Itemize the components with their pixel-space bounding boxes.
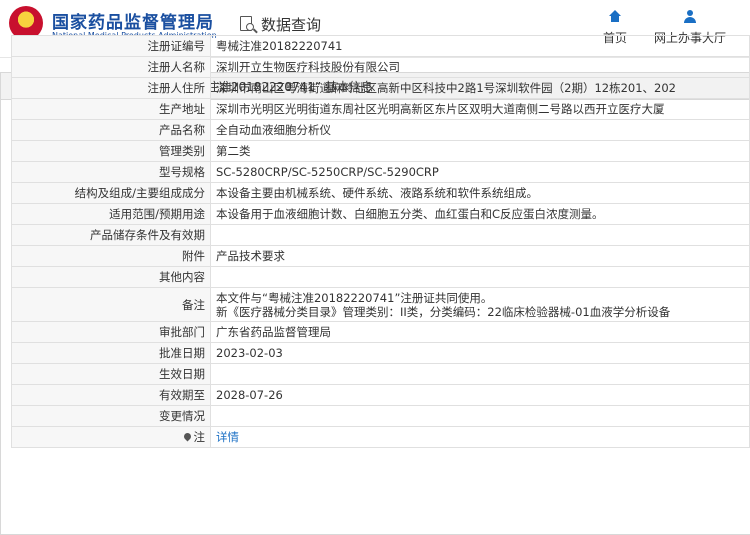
table-row: 注 详情 xyxy=(11,426,750,448)
row-value: 深圳市光明区光明街道东周社区光明高新区东片区双明大道南侧二号路以西开立医疗大厦 xyxy=(210,98,750,120)
row-value xyxy=(210,405,750,427)
table-row: 管理类别 第二类 xyxy=(11,140,750,162)
row-value: 全自动血液细胞分析仪 xyxy=(210,119,750,141)
table-row: 生效日期 xyxy=(11,363,750,385)
row-label: 型号规格 xyxy=(11,161,211,183)
row-value: 深圳市南山区粤海街道麻岭社区高新中区科技中2路1号深圳软件园（2期）12栋201… xyxy=(210,77,750,99)
table-row: 附件 产品技术要求 xyxy=(11,245,750,267)
row-value: 2028-07-26 xyxy=(210,384,750,406)
row-label: 结构及组成/主要组成成分 xyxy=(11,182,211,204)
row-label: 生效日期 xyxy=(11,363,211,385)
remark-line: 本文件与“粤械注准20182220741”注册证共同使用。 xyxy=(216,290,493,305)
row-label: 附件 xyxy=(11,245,211,267)
table-row: 备注 本文件与“粤械注准20182220741”注册证共同使用。 新《医疗器械分… xyxy=(11,287,750,322)
table-row: 批准日期 2023-02-03 xyxy=(11,342,750,364)
row-label: 适用范围/预期用途 xyxy=(11,203,211,225)
row-value xyxy=(210,266,750,288)
table-row: 结构及组成/主要组成成分 本设备主要由机械系统、硬件系统、液路系统和软件系统组成。 xyxy=(11,182,750,204)
row-label: 注册人住所 xyxy=(11,77,211,99)
row-label: 产品储存条件及有效期 xyxy=(11,224,211,246)
home-icon xyxy=(609,10,621,22)
table-row: 产品名称 全自动血液细胞分析仪 xyxy=(11,119,750,141)
row-label: 管理类别 xyxy=(11,140,211,162)
data-query-link[interactable]: 数据查询 xyxy=(239,14,321,35)
row-label: 注册证编号 xyxy=(11,35,211,57)
row-value: 第二类 xyxy=(210,140,750,162)
row-label-note: 注 xyxy=(11,426,211,448)
row-label: 产品名称 xyxy=(11,119,211,141)
row-label: 生产地址 xyxy=(11,98,211,120)
row-value: 产品技术要求 xyxy=(210,245,750,267)
table-row: 生产地址 深圳市光明区光明街道东周社区光明高新区东片区双明大道南侧二号路以西开立医… xyxy=(11,98,750,120)
row-label: 其他内容 xyxy=(11,266,211,288)
row-value: 粤械注准20182220741 xyxy=(210,35,750,57)
note-label: 注 xyxy=(193,430,206,444)
details-link[interactable]: 详情 xyxy=(216,430,239,444)
row-label: 有效期至 xyxy=(11,384,211,406)
remark-line: 新《医疗器械分类目录》管理类别：II类，分类编码：22临床检验器械-01血液学分… xyxy=(216,304,671,319)
row-value xyxy=(210,224,750,246)
row-value: 广东省药品监督管理局 xyxy=(210,321,750,343)
document-search-icon xyxy=(239,15,258,35)
data-query-label: 数据查询 xyxy=(261,16,322,34)
row-value xyxy=(210,363,750,385)
table-row: 注册人住所 深圳市南山区粤海街道麻岭社区高新中区科技中2路1号深圳软件园（2期）1… xyxy=(11,77,750,99)
user-icon xyxy=(684,10,696,23)
table-row: 注册人名称 深圳开立生物医疗科技股份有限公司 xyxy=(11,56,750,78)
table-row: 审批部门 广东省药品监督管理局 xyxy=(11,321,750,343)
row-label: 审批部门 xyxy=(11,321,211,343)
table-row: 产品储存条件及有效期 xyxy=(11,224,750,246)
table-row: 适用范围/预期用途 本设备用于血液细胞计数、白细胞五分类、血红蛋白和C反应蛋白浓度… xyxy=(11,203,750,225)
row-label: 批准日期 xyxy=(11,342,211,364)
row-value: SC-5280CRP/SC-5250CRP/SC-5290CRP xyxy=(210,161,750,183)
row-label: 变更情况 xyxy=(11,405,211,427)
site-title: 国家药品监督管理局 xyxy=(52,13,214,33)
pin-icon xyxy=(182,431,192,442)
table-row: 型号规格 SC-5280CRP/SC-5250CRP/SC-5290CRP xyxy=(11,161,750,183)
detail-table: 注册证编号 粤械注准20182220741 注册人名称 深圳开立生物医疗科技股份有限… xyxy=(11,35,750,448)
row-value: 详情 xyxy=(210,426,750,448)
row-value: 2023-02-03 xyxy=(210,342,750,364)
table-row: 变更情况 xyxy=(11,405,750,427)
row-value: 本设备主要由机械系统、硬件系统、液路系统和软件系统组成。 xyxy=(210,182,750,204)
row-label: 备注 xyxy=(11,287,211,322)
table-row: 有效期至 2028-07-26 xyxy=(11,384,750,406)
table-row: 其他内容 xyxy=(11,266,750,288)
row-value: 本设备用于血液细胞计数、白细胞五分类、血红蛋白和C反应蛋白浓度测量。 xyxy=(210,203,750,225)
row-value: 本文件与“粤械注准20182220741”注册证共同使用。 新《医疗器械分类目录… xyxy=(210,287,750,322)
table-row: 注册证编号 粤械注准20182220741 xyxy=(11,35,750,57)
row-value: 深圳开立生物医疗科技股份有限公司 xyxy=(210,56,750,78)
row-label: 注册人名称 xyxy=(11,56,211,78)
